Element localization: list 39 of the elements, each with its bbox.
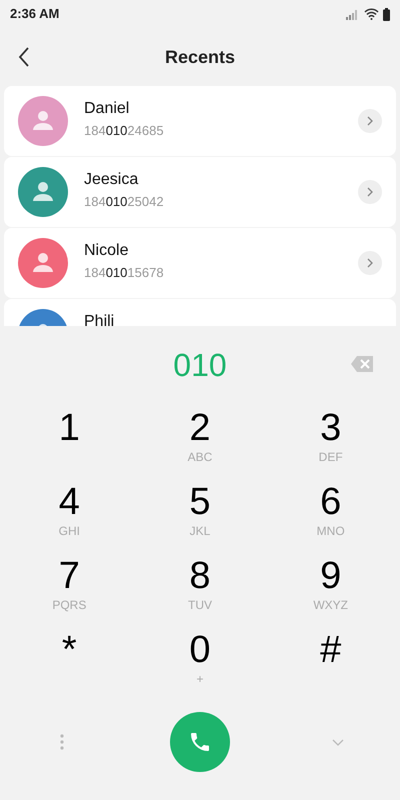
contact-row[interactable]: Nicole 18401015678 bbox=[4, 228, 396, 298]
contact-number: 18401015678 bbox=[84, 264, 165, 282]
chevron-right-icon bbox=[367, 187, 373, 197]
back-icon bbox=[18, 47, 30, 67]
contact-row[interactable]: Daniel 18401024685 bbox=[4, 86, 396, 156]
contact-name: Daniel bbox=[84, 99, 130, 119]
chevron-button[interactable] bbox=[358, 180, 382, 204]
contact-number: 18401025042 bbox=[84, 193, 165, 211]
dial-key[interactable]: * bbox=[4, 626, 135, 700]
chevron-down-icon bbox=[332, 738, 344, 746]
chevron-button[interactable] bbox=[358, 109, 382, 133]
dial-key[interactable]: 8 TUV bbox=[134, 552, 266, 626]
dial-key[interactable]: 3 DEF bbox=[265, 404, 396, 478]
more-icon bbox=[60, 734, 64, 750]
dialed-number: 010 bbox=[173, 346, 227, 385]
chevron-right-icon bbox=[367, 258, 373, 268]
dial-key[interactable]: 5 JKL bbox=[134, 478, 266, 552]
contact-name: Jeesica bbox=[84, 170, 140, 190]
dial-key[interactable]: 1 bbox=[4, 404, 135, 478]
status-time: 2:36 AM bbox=[10, 5, 60, 24]
dial-key[interactable]: 0 + bbox=[134, 626, 266, 700]
wifi-icon bbox=[364, 8, 379, 20]
dial-key[interactable]: 2 ABC bbox=[134, 404, 266, 478]
dial-key[interactable]: 9 WXYZ bbox=[265, 552, 396, 626]
contact-name: Nicole bbox=[84, 241, 130, 261]
dial-key[interactable]: 4 GHI bbox=[4, 478, 135, 552]
dial-key[interactable]: 7 PQRS bbox=[4, 552, 135, 626]
page-title: Recents bbox=[164, 46, 236, 68]
signal-icon bbox=[346, 8, 360, 20]
contact-number: 18401024685 bbox=[84, 122, 165, 140]
contact-name: Phili bbox=[84, 312, 116, 326]
chevron-right-icon bbox=[367, 116, 373, 126]
battery-icon bbox=[383, 8, 390, 20]
dial-key[interactable]: # bbox=[265, 626, 396, 700]
backspace-button[interactable] bbox=[350, 355, 374, 373]
contact-row[interactable]: Jeesica 18401025042 bbox=[4, 157, 396, 227]
dial-key[interactable]: 6 MNO bbox=[265, 478, 396, 552]
contact-row[interactable]: Phili bbox=[4, 299, 396, 326]
chevron-button[interactable] bbox=[358, 251, 382, 275]
